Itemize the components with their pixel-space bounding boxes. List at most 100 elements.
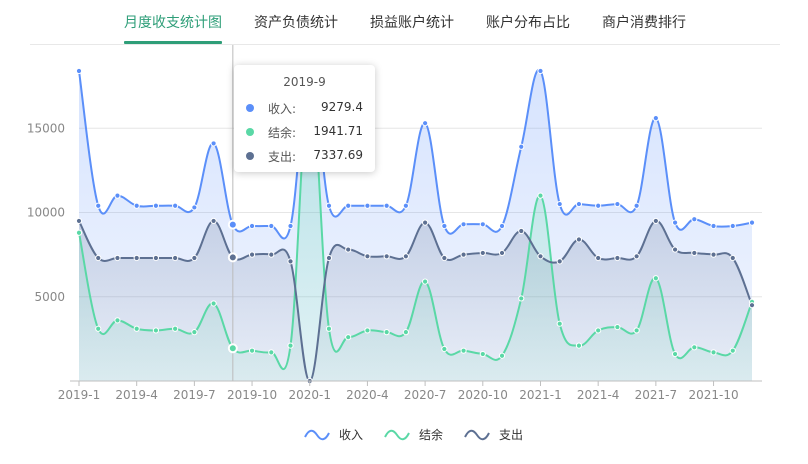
tab-monthly-income-expense[interactable]: 月度收支统计图	[124, 12, 222, 32]
point-balance[interactable]	[152, 327, 160, 334]
point-expense[interactable]	[75, 217, 83, 225]
point-expense[interactable]	[191, 254, 198, 262]
point-expense[interactable]	[518, 227, 525, 235]
point-balance[interactable]	[364, 327, 371, 334]
point-expense[interactable]	[460, 251, 467, 258]
point-expense[interactable]	[383, 253, 390, 260]
point-income[interactable]	[633, 202, 640, 209]
point-balance[interactable]	[537, 192, 544, 199]
point-income[interactable]	[595, 202, 602, 209]
point-balance[interactable]	[556, 320, 563, 327]
point-income[interactable]	[325, 202, 333, 209]
point-income[interactable]	[460, 221, 467, 228]
point-balance[interactable]	[95, 325, 102, 332]
point-income[interactable]	[210, 140, 217, 147]
point-income[interactable]	[268, 222, 275, 230]
point-expense[interactable]	[248, 251, 256, 258]
point-expense[interactable]	[210, 217, 217, 225]
point-expense[interactable]	[748, 302, 756, 309]
point-expense[interactable]	[614, 254, 621, 262]
point-income[interactable]	[172, 202, 179, 209]
point-balance[interactable]	[460, 347, 467, 354]
point-income[interactable]	[575, 200, 583, 208]
point-income[interactable]	[691, 216, 698, 223]
point-income[interactable]	[518, 143, 525, 150]
point-income[interactable]	[402, 202, 409, 209]
point-balance[interactable]	[402, 329, 409, 336]
point-balance[interactable]	[268, 349, 275, 356]
point-balance[interactable]	[441, 345, 448, 353]
point-expense[interactable]	[364, 253, 371, 260]
point-expense[interactable]	[152, 254, 160, 262]
point-income[interactable]	[498, 222, 506, 230]
point-balance[interactable]	[575, 342, 583, 349]
point-balance[interactable]	[422, 278, 429, 285]
point-expense[interactable]	[556, 258, 563, 265]
point-balance[interactable]	[498, 352, 506, 359]
point-income[interactable]	[671, 219, 679, 226]
point-balance[interactable]	[383, 329, 390, 336]
point-expense[interactable]	[114, 254, 121, 262]
point-balance[interactable]	[191, 329, 198, 336]
point-income[interactable]	[248, 222, 256, 230]
point-income[interactable]	[191, 204, 198, 211]
point-expense[interactable]	[441, 254, 448, 262]
point-income[interactable]	[364, 202, 371, 209]
point-expense[interactable]	[498, 249, 506, 257]
point-income[interactable]	[95, 202, 102, 209]
point-income[interactable]	[75, 67, 83, 75]
point-balance[interactable]	[691, 344, 698, 351]
tab-asset-liability[interactable]: 资产负债统计	[254, 12, 338, 32]
tab-account-distribution[interactable]: 账户分布占比	[486, 12, 570, 32]
point-expense[interactable]	[595, 254, 602, 262]
point-balance[interactable]	[614, 323, 621, 331]
point-income[interactable]	[479, 221, 486, 228]
point-income[interactable]	[345, 202, 352, 209]
point-income[interactable]	[748, 219, 756, 226]
point-income[interactable]	[227, 219, 238, 230]
point-expense[interactable]	[325, 254, 333, 262]
point-expense[interactable]	[575, 236, 583, 243]
point-expense[interactable]	[633, 253, 640, 260]
point-expense[interactable]	[691, 249, 698, 257]
point-balance[interactable]	[75, 229, 83, 236]
point-expense[interactable]	[227, 252, 238, 263]
point-balance[interactable]	[133, 325, 140, 332]
point-balance[interactable]	[633, 327, 640, 334]
point-balance[interactable]	[172, 325, 179, 332]
point-income[interactable]	[537, 67, 544, 75]
point-income[interactable]	[614, 200, 621, 208]
point-balance[interactable]	[248, 347, 256, 354]
point-income[interactable]	[729, 222, 736, 230]
point-balance[interactable]	[479, 350, 486, 358]
point-balance[interactable]	[325, 325, 333, 332]
point-income[interactable]	[133, 202, 140, 209]
point-income[interactable]	[652, 115, 659, 122]
tab-merchant-ranking[interactable]: 商户消费排行	[602, 12, 686, 32]
point-balance[interactable]	[518, 295, 525, 302]
point-income[interactable]	[422, 120, 429, 127]
point-balance[interactable]	[652, 275, 659, 282]
point-balance[interactable]	[595, 327, 602, 334]
point-expense[interactable]	[652, 217, 659, 225]
point-expense[interactable]	[710, 251, 717, 258]
point-expense[interactable]	[95, 254, 102, 262]
point-expense[interactable]	[729, 254, 736, 262]
point-balance[interactable]	[671, 350, 679, 358]
point-expense[interactable]	[268, 251, 275, 258]
point-balance[interactable]	[729, 347, 736, 354]
point-income[interactable]	[383, 202, 390, 209]
point-expense[interactable]	[402, 253, 409, 260]
point-expense[interactable]	[172, 254, 179, 262]
tab-profit-loss[interactable]: 损益账户统计	[370, 12, 454, 32]
point-expense[interactable]	[345, 246, 352, 253]
point-income[interactable]	[556, 200, 563, 208]
point-balance[interactable]	[227, 343, 238, 354]
point-income[interactable]	[441, 222, 448, 230]
point-balance[interactable]	[287, 342, 294, 349]
point-income[interactable]	[152, 202, 160, 209]
point-expense[interactable]	[537, 253, 544, 260]
point-income[interactable]	[114, 192, 121, 199]
point-expense[interactable]	[422, 219, 429, 226]
point-balance[interactable]	[210, 300, 217, 307]
